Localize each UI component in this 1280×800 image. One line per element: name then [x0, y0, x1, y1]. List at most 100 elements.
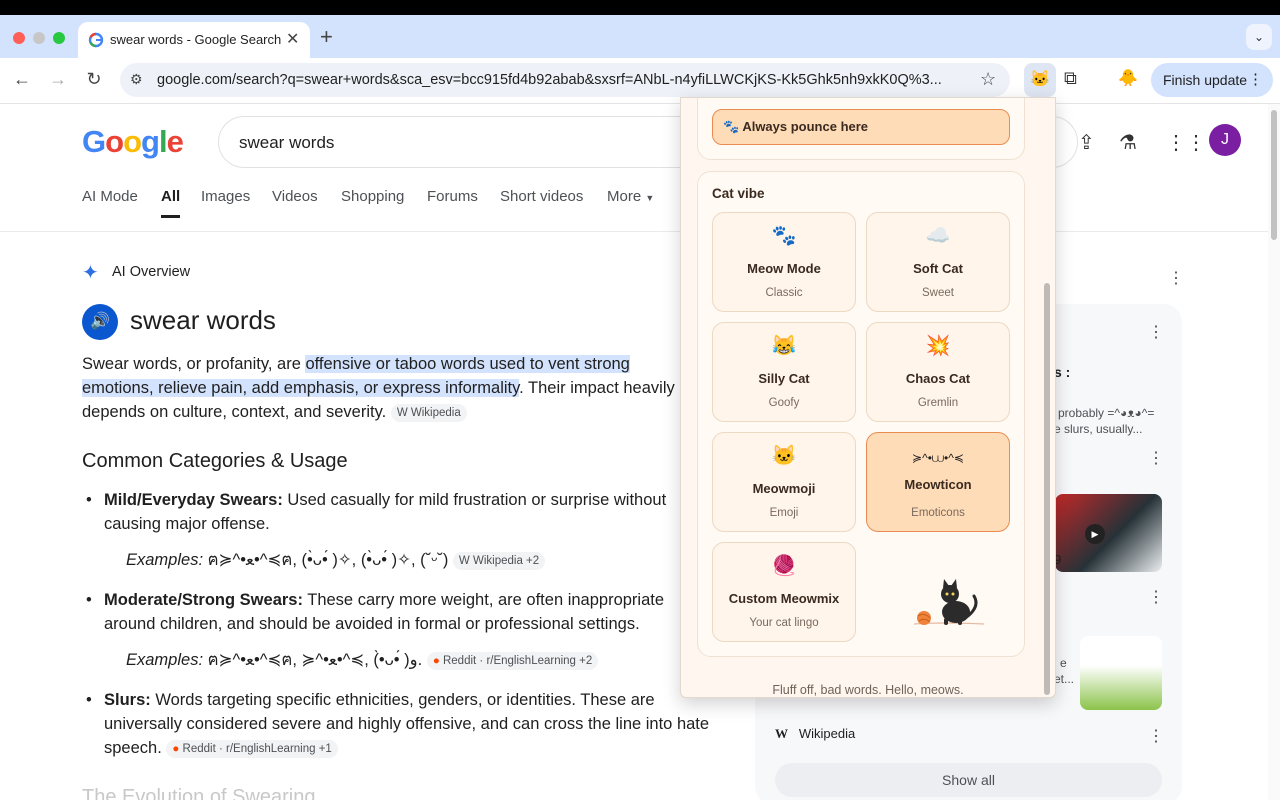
paw-icon: 🐾 [771, 225, 797, 247]
share-icon[interactable]: ⇪ [1078, 130, 1095, 155]
next-section-heading: The Evolution of Swearing [82, 786, 316, 800]
page-scrollbar[interactable] [1268, 104, 1280, 800]
listen-speaker-icon[interactable]: 🔊 [82, 304, 118, 340]
finish-update-button[interactable]: Finish update ⋮ [1151, 63, 1273, 97]
intro-text: Swear words, or profanity, are [82, 355, 306, 373]
example-line: Examples: ฅ≽^•ﻌ•^≼ฅ, (•̀ᴗ•́ )✧, (•̀ᴗ•́ )… [126, 548, 706, 572]
labs-flask-icon[interactable]: ⚗ [1119, 130, 1137, 155]
vibe-option-custom-meowmix[interactable]: 🧶 Custom Meowmix Your cat lingo [712, 542, 856, 642]
option-name: Meowmoji [752, 481, 816, 496]
ai-overview-label: AI Overview [112, 264, 191, 280]
forward-arrow-icon[interactable]: → [46, 69, 70, 90]
tab-short-videos[interactable]: Short videos [500, 188, 583, 205]
always-pounce-button[interactable]: 🐾 Always pounce here [712, 109, 1010, 145]
browser-tab[interactable]: swear words - Google Search ✕ [78, 22, 310, 58]
minimize-window-button[interactable] [33, 32, 45, 44]
menu-dots-icon[interactable]: ⋮ [1148, 587, 1164, 607]
section-heading: Common Categories & Usage [82, 450, 348, 472]
option-desc: Emoticons [911, 507, 965, 519]
cat-vibe-title: Cat vibe [712, 186, 765, 201]
bookmark-star-icon[interactable]: ☆ [980, 69, 996, 90]
source-chip[interactable]: ● Reddit · r/EnglishLearning +2 [426, 651, 599, 670]
tab-more-label: More [607, 188, 642, 205]
reload-icon[interactable]: ↻ [82, 69, 106, 90]
tab-shopping[interactable]: Shopping [341, 188, 404, 205]
option-name: Custom Meowmix [728, 591, 840, 606]
list-item: Mild/Everyday Swears: Used casually for … [86, 488, 704, 536]
back-arrow-icon[interactable]: ← [10, 69, 34, 90]
url-text[interactable]: google.com/search?q=swear+words&sca_esv=… [157, 72, 967, 88]
source-chip-label: Wikipedia +2 [472, 554, 540, 567]
list-item: Slurs: Words targeting specific ethnicit… [86, 688, 714, 760]
cat-extension-icon[interactable]: 🐱 [1024, 63, 1056, 97]
emoticon-icon: ≽^•⩊•^≼ [912, 451, 964, 465]
popup-scrollbar-thumb[interactable] [1044, 283, 1050, 695]
explosion-icon: 💥 [925, 335, 951, 357]
yarn-ball-icon: 🧶 [771, 555, 797, 577]
option-name: Meowticon [904, 477, 972, 492]
show-all-button[interactable]: Show all [775, 763, 1162, 797]
tab-all[interactable]: All [161, 188, 181, 218]
vibe-option-meowticon[interactable]: ≽^•⩊•^≼ Meowticon Emoticons [866, 432, 1010, 532]
example-label: Examples: [126, 651, 204, 669]
dropdown-triangle-icon: ▼ [645, 193, 655, 203]
extension-icon[interactable]: 🐥 [1118, 68, 1138, 88]
tab-images[interactable]: Images [201, 188, 250, 205]
option-desc: Emoji [769, 507, 799, 519]
browser-window: swear words - Google Search ✕ + ⌄ ← → ↻ … [0, 15, 1280, 800]
address-bar[interactable]: ⚙ google.com/search?q=swear+words&sca_es… [120, 63, 1010, 97]
tab-videos[interactable]: Videos [272, 188, 318, 205]
vibe-option-soft-cat[interactable]: ☁️ Soft Cat Sweet [866, 212, 1010, 312]
video-thumbnail[interactable]: ▶ [1055, 494, 1162, 572]
source-snippet: e [1060, 656, 1067, 670]
option-desc: Gremlin [917, 397, 959, 409]
vibe-option-silly-cat[interactable]: 😹 Silly Cat Goofy [712, 322, 856, 422]
source-snippet: s : [1054, 364, 1071, 380]
cat-face-icon: 🐱 [771, 445, 797, 467]
tab-ai-mode[interactable]: AI Mode [82, 188, 138, 205]
header-divider [0, 231, 1268, 232]
source-chip[interactable]: W Wikipedia +2 [452, 551, 546, 570]
example-label: Examples: [126, 551, 204, 569]
menu-dots-icon[interactable]: ⋮ [1148, 448, 1164, 468]
maximize-window-button[interactable] [53, 32, 65, 44]
tab-strip: swear words - Google Search ✕ + ⌄ [0, 15, 1280, 58]
finish-update-label: Finish update [1163, 72, 1248, 88]
bullet-term: Moderate/Strong Swears: [104, 591, 303, 609]
source-name: Wikipedia [798, 726, 856, 741]
google-logo[interactable]: Google [82, 124, 184, 160]
tab-forums[interactable]: Forums [427, 188, 478, 205]
cat-vibe-card: Cat vibe 🐾 Meow Mode Classic ☁️ Soft Cat… [697, 171, 1025, 657]
vibe-option-chaos-cat[interactable]: 💥 Chaos Cat Gremlin [866, 322, 1010, 422]
option-desc: Sweet [922, 287, 954, 299]
avatar[interactable]: J [1209, 124, 1241, 156]
play-icon: ▶ [1085, 524, 1105, 544]
apps-grid-icon[interactable]: ⋮⋮ [1166, 130, 1206, 155]
sparkle-icon: ✦ [82, 262, 99, 284]
new-tab-icon[interactable]: + [320, 24, 333, 50]
tab-more[interactable]: More ▼ [607, 188, 654, 205]
option-name: Meow Mode [747, 261, 821, 276]
vibe-option-meowmoji[interactable]: 🐱 Meowmoji Emoji [712, 432, 856, 532]
cat-extension-popup: 🐾 Always pounce here Cat vibe 🐾 Meow Mod… [680, 97, 1056, 698]
close-tab-icon[interactable]: ✕ [286, 29, 299, 49]
cat-with-yarn-illustration [913, 579, 985, 625]
menu-dots-icon[interactable]: ⋮ [1148, 322, 1164, 342]
google-favicon-icon [88, 32, 104, 48]
vibe-option-meow-mode[interactable]: 🐾 Meow Mode Classic [712, 212, 856, 312]
extensions-puzzle-icon[interactable]: ⧉ [1064, 68, 1077, 89]
scrollbar-thumb[interactable] [1271, 110, 1277, 240]
close-window-button[interactable] [13, 32, 25, 44]
menu-dots-icon[interactable]: ⋮ [1248, 63, 1263, 97]
comic-thumbnail[interactable] [1080, 636, 1162, 710]
tab-search-chevron-icon[interactable]: ⌄ [1246, 24, 1272, 50]
wikipedia-source[interactable]: W Wikipedia [775, 726, 855, 742]
search-query[interactable]: swear words [239, 133, 334, 153]
source-chip[interactable]: ● Reddit · r/EnglishLearning +1 [166, 739, 338, 758]
source-chip-wikipedia[interactable]: W Wikipedia [390, 403, 467, 422]
menu-dots-icon[interactable]: ⋮ [1168, 268, 1184, 288]
reddit-icon: ● [432, 654, 440, 667]
menu-dots-icon[interactable]: ⋮ [1148, 726, 1164, 746]
site-info-icon[interactable]: ⚙ [130, 71, 143, 88]
popup-tagline: Fluff off, bad words. Hello, meows. [772, 683, 964, 697]
